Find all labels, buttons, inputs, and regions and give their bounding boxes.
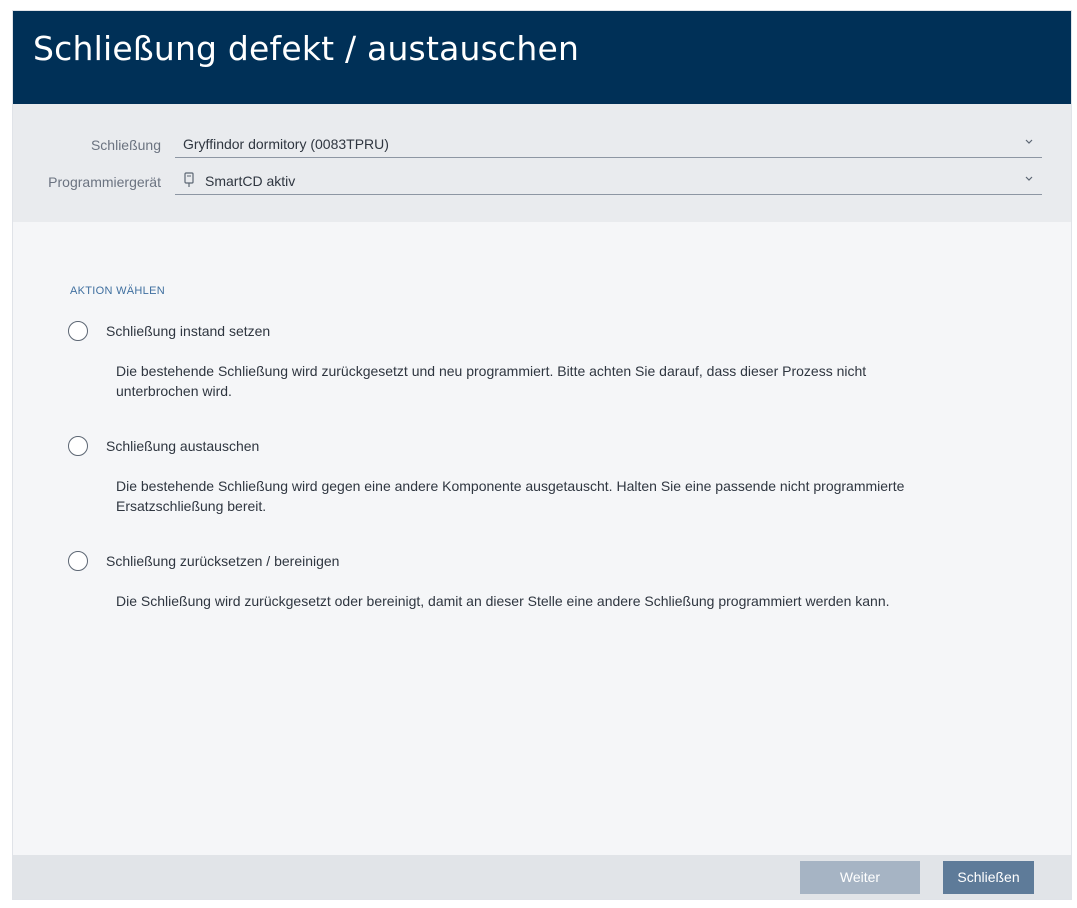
option-label[interactable]: Schließung austauschen: [106, 438, 259, 454]
dialog-title-bar: Schließung defekt / austauschen: [13, 11, 1071, 104]
dialog-footer: Weiter Schließen: [13, 855, 1071, 899]
action-content: AKTION WÄHLEN Schließung instand setzen …: [13, 222, 1071, 856]
dialog-title: Schließung defekt / austauschen: [33, 29, 580, 68]
option-description: Die bestehende Schließung wird zurückges…: [116, 363, 867, 399]
device-selector-row: Programmiergerät SmartCD aktiv: [13, 168, 1071, 196]
next-button[interactable]: Weiter: [800, 861, 920, 894]
close-button[interactable]: Schließen: [943, 861, 1034, 894]
radio-reset-lock[interactable]: [68, 551, 88, 571]
lock-dropdown[interactable]: Gryffindor dormitory (0083TPRU): [175, 131, 1042, 158]
replace-lock-dialog: Schließung defekt / austauschen Schließu…: [12, 10, 1072, 900]
radio-repair-lock[interactable]: [68, 321, 88, 341]
chevron-down-icon: [1025, 176, 1033, 181]
option-description: Die Schließung wird zurückgesetzt oder b…: [116, 593, 890, 609]
lock-selector-row: Schließung Gryffindor dormitory (0083TPR…: [13, 131, 1071, 159]
action-heading: AKTION WÄHLEN: [70, 285, 165, 297]
device-selector-label: Programmiergerät: [48, 174, 161, 190]
device-dropdown-value: SmartCD aktiv: [205, 173, 296, 189]
lock-dropdown-value: Gryffindor dormitory (0083TPRU): [183, 136, 389, 152]
lock-selector-label: Schließung: [90, 137, 161, 153]
smartcd-device-icon: [184, 172, 194, 187]
option-description: Die bestehende Schließung wird gegen ein…: [116, 478, 905, 514]
option-label[interactable]: Schließung zurücksetzen / bereinigen: [106, 553, 339, 569]
option-label[interactable]: Schließung instand setzen: [106, 323, 270, 339]
selector-panel: Schließung Gryffindor dormitory (0083TPR…: [13, 104, 1071, 222]
device-dropdown[interactable]: SmartCD aktiv: [175, 168, 1042, 195]
chevron-down-icon: [1025, 139, 1033, 144]
radio-replace-lock[interactable]: [68, 436, 88, 456]
